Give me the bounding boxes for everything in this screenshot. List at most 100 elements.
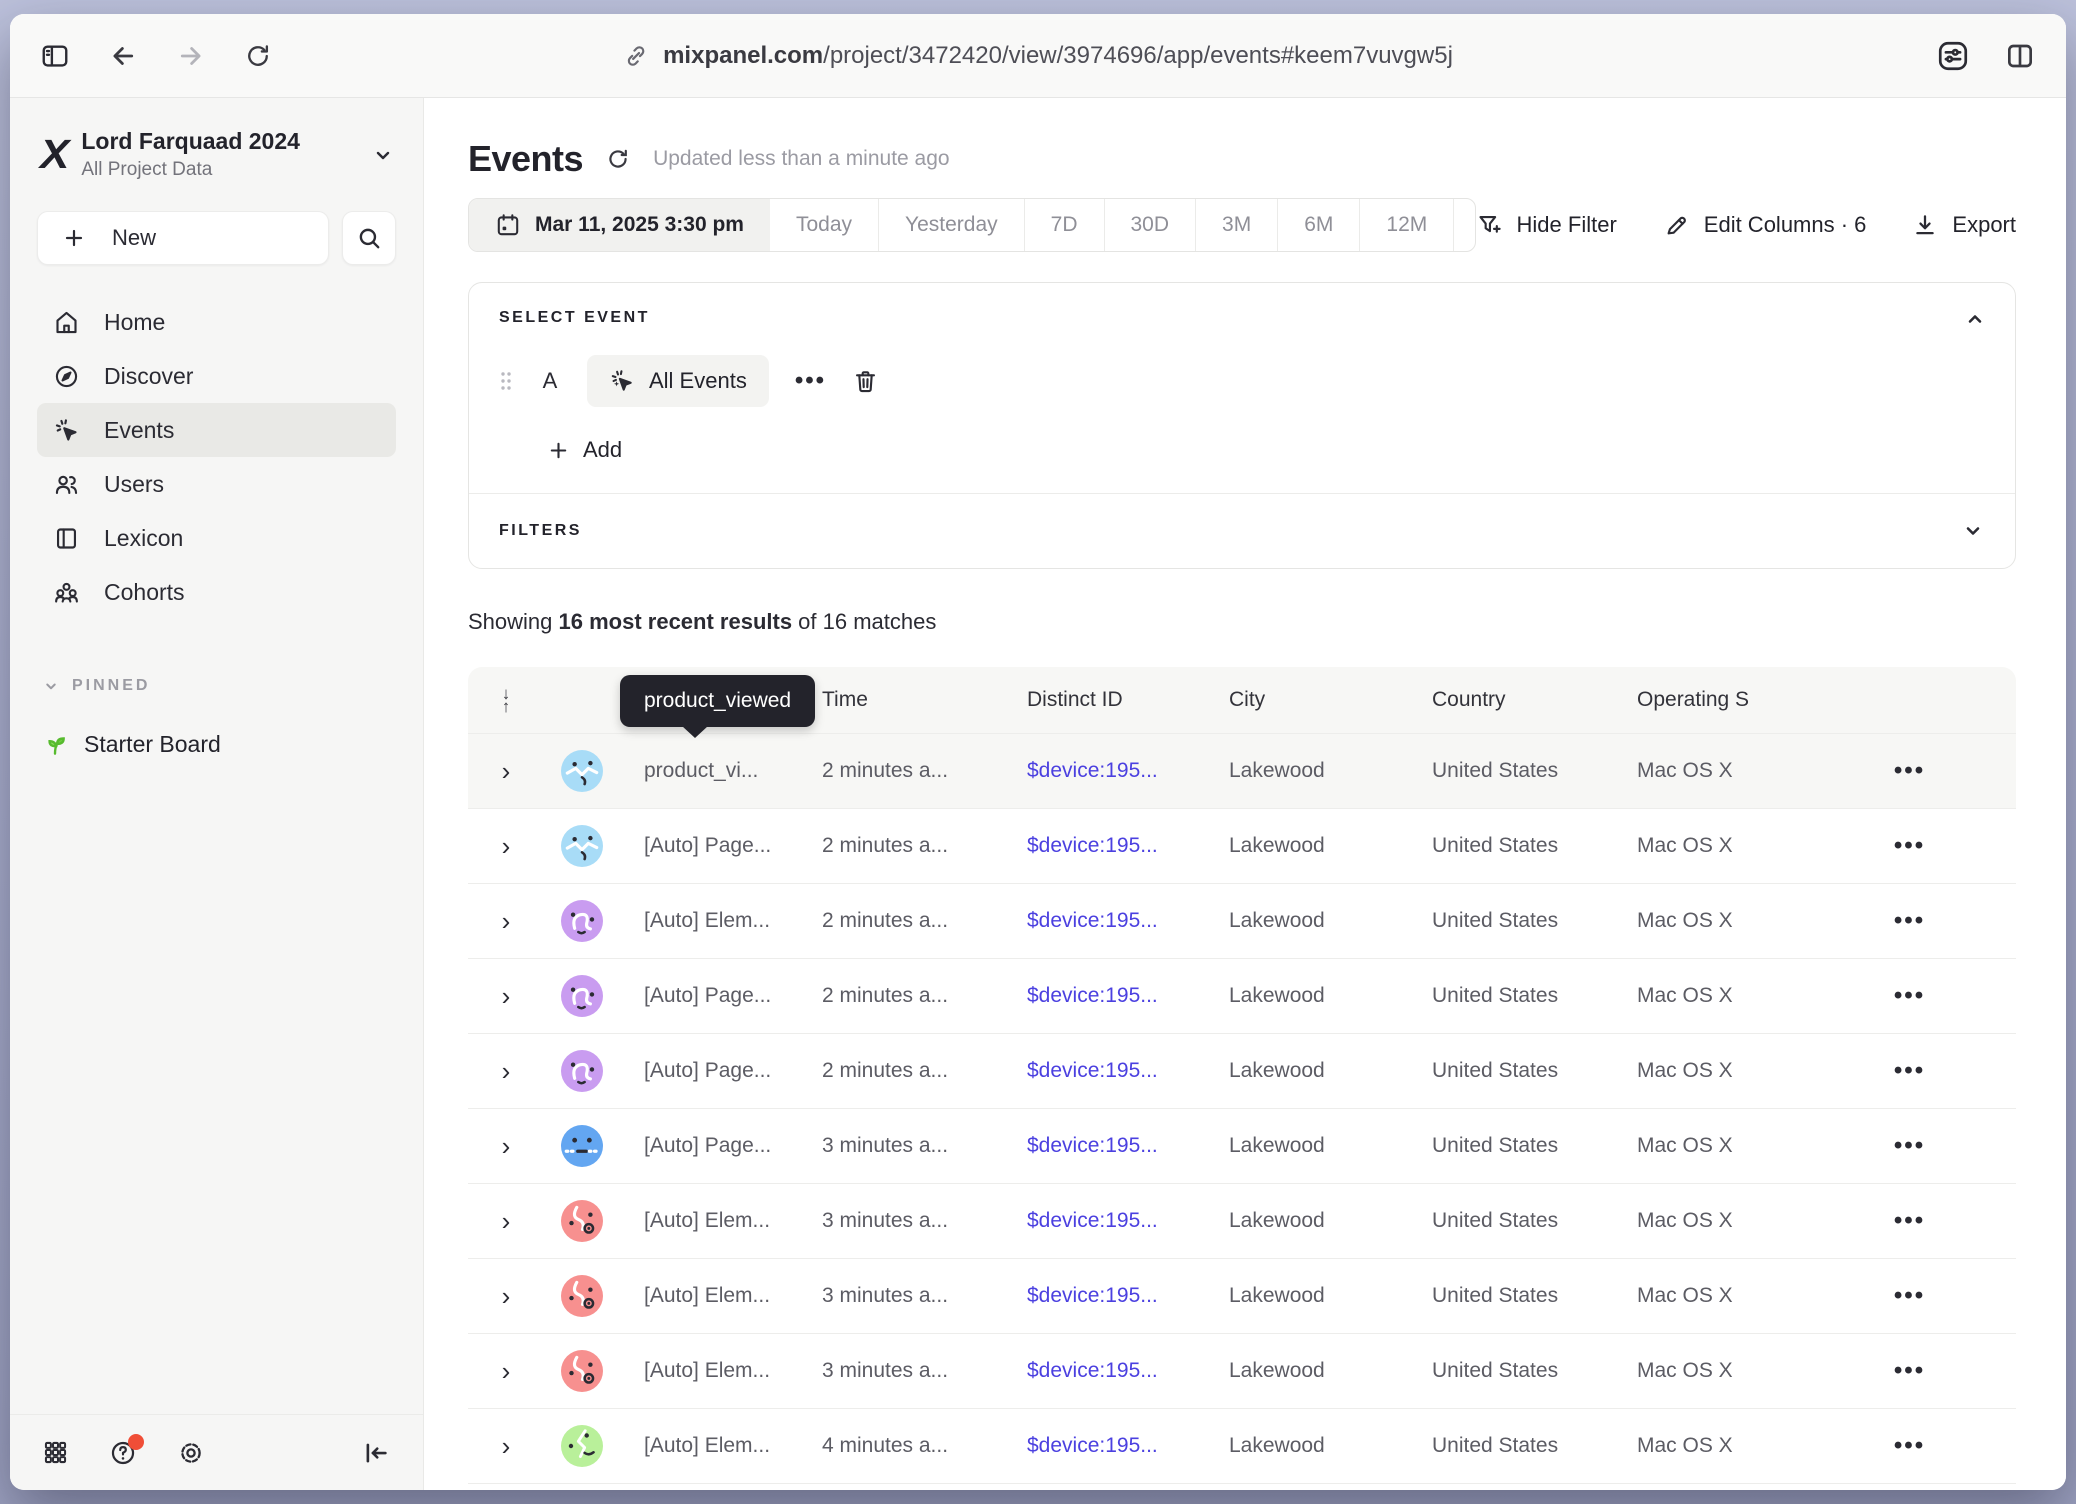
distinct-id-link[interactable]: $device:195... [1027,909,1158,932]
event-avatar [561,1125,603,1167]
event-cursor-icon [53,417,80,444]
sidebar-item-cohorts[interactable]: Cohorts [37,565,396,619]
row-more-icon[interactable]: ••• [1894,1432,1925,1460]
table-row[interactable]: › [Auto] Elem... 3 minutes a... $device:… [468,1183,2016,1258]
new-button[interactable]: New [37,211,329,265]
collapse-section-icon[interactable] [1963,307,1987,331]
address-bar[interactable]: mixpanel.com/project/3472420/view/397469… [623,42,1453,70]
os-cell: Mac OS X [1637,1209,1803,1233]
event-options-icon[interactable]: ••• [795,367,826,395]
sidebar-item-discover[interactable]: Discover [37,349,396,403]
sidebar-item-lexicon[interactable]: Lexicon [37,511,396,565]
date-preset-custom[interactable]: XTD [1453,199,1475,251]
table-row[interactable]: › [Auto] Elem... 3 minutes a... $device:… [468,1258,2016,1333]
date-preset-30d[interactable]: 30D [1104,199,1196,251]
row-expander-icon[interactable]: › [502,983,511,1009]
collapse-all-rows-icon[interactable]: ↓↑ [502,687,511,713]
collapse-sidebar-icon[interactable] [361,1438,391,1468]
row-expander-icon[interactable]: › [502,1358,511,1384]
date-preset-12m[interactable]: 12M [1359,199,1453,251]
main-content: Events Updated less than a minute ago Ma… [424,98,2066,1490]
row-expander-icon[interactable]: › [502,1133,511,1159]
distinct-id-link[interactable]: $device:195... [1027,1434,1158,1457]
country-cell: United States [1432,1434,1637,1458]
trash-icon[interactable] [852,368,879,395]
row-expander-icon[interactable]: › [502,908,511,934]
split-view-icon[interactable] [2004,40,2036,72]
distinct-id-link[interactable]: $device:195... [1027,759,1158,782]
distinct-id-link[interactable]: $device:195... [1027,1134,1158,1157]
row-more-icon[interactable]: ••• [1894,982,1925,1010]
sidebar-toggle-icon[interactable] [40,41,70,71]
forward-icon[interactable] [176,41,206,71]
filters-section[interactable]: FILTERS [469,493,2015,568]
row-expander-icon[interactable]: › [502,758,511,784]
event-selector-label: All Events [649,368,747,394]
table-row[interactable]: › product_vi... 2 minutes a... $device:1… [468,733,2016,808]
table-row[interactable]: › [Auto] Elem... 2 minutes a... $device:… [468,883,2016,958]
settings-gear-icon[interactable] [177,1439,205,1467]
row-expander-icon[interactable]: › [502,1283,511,1309]
date-preset-7d[interactable]: 7D [1024,199,1104,251]
os-cell: Mac OS X [1637,984,1803,1008]
row-more-icon[interactable]: ••• [1894,907,1925,935]
event-avatar [561,1275,603,1317]
edit-columns-button[interactable]: Edit Columns · 6 [1663,212,1867,239]
export-button[interactable]: Export [1912,212,2016,238]
date-picker[interactable]: Mar 11, 2025 3:30 pm [469,199,770,251]
row-more-icon[interactable]: ••• [1894,1207,1925,1235]
sidebar-item-users[interactable]: Users [37,457,396,511]
drag-handle-icon[interactable] [499,370,513,392]
pinned-section-header[interactable]: PINNED [42,677,423,695]
date-preset-yesterday[interactable]: Yesterday [878,199,1024,251]
row-more-icon[interactable]: ••• [1894,832,1925,860]
sidebar-item-events[interactable]: Events [37,403,396,457]
hide-filter-button[interactable]: Hide Filter [1476,212,1617,239]
row-more-icon[interactable]: ••• [1894,1132,1925,1160]
table-row[interactable]: › [Auto] Page... 2 minutes a... $device:… [468,1033,2016,1108]
add-event-button[interactable]: Add [547,437,622,463]
row-more-icon[interactable]: ••• [1894,1357,1925,1385]
refresh-results-icon[interactable] [605,146,631,172]
pinned-item-starter-board[interactable]: Starter Board [42,731,423,758]
date-preset-6m[interactable]: 6M [1277,199,1359,251]
table-row[interactable]: › [Auto] Elem... 4 minutes a... $device:… [468,1408,2016,1483]
column-header-os[interactable]: Operating S [1637,688,1803,712]
apps-grid-icon[interactable] [42,1439,69,1466]
event-selector[interactable]: All Events [587,355,769,407]
row-more-icon[interactable]: ••• [1894,1282,1925,1310]
table-row[interactable]: › [Auto] Page... 2 minutes a... $device:… [468,958,2016,1033]
row-expander-icon[interactable]: › [502,1208,511,1234]
table-row[interactable]: › [Auto] Elem... 3 minutes a... $device:… [468,1333,2016,1408]
row-more-icon[interactable]: ••• [1894,757,1925,785]
distinct-id-link[interactable]: $device:195... [1027,1284,1158,1307]
distinct-id-link[interactable]: $device:195... [1027,1209,1158,1232]
column-header-city[interactable]: City [1229,688,1432,712]
distinct-id-link[interactable]: $device:195... [1027,1059,1158,1082]
date-preset-3m[interactable]: 3M [1195,199,1277,251]
browser-settings-icon[interactable] [1936,39,1970,73]
refresh-icon[interactable] [244,42,272,70]
back-icon[interactable] [108,41,138,71]
column-header-time[interactable]: Time [822,688,1027,712]
distinct-id-link[interactable]: $device:195... [1027,984,1158,1007]
project-switcher[interactable]: X Lord Farquaad 2024 All Project Data [10,98,423,181]
row-expander-icon[interactable]: › [502,1433,511,1459]
row-expander-icon[interactable]: › [502,833,511,859]
date-preset-today[interactable]: Today [770,199,878,251]
row-expander-icon[interactable]: › [502,1058,511,1084]
distinct-id-link[interactable]: $device:195... [1027,834,1158,857]
search-button[interactable] [342,211,396,265]
column-header-country[interactable]: Country [1432,688,1637,712]
time-cell: 3 minutes a... [822,1134,1027,1158]
row-more-icon[interactable]: ••• [1894,1057,1925,1085]
pencil-icon [1663,212,1690,239]
table-row[interactable]: › [Auto] Elem... 4 minutes a... $device:… [468,1483,2016,1490]
table-row[interactable]: › [Auto] Page... 3 minutes a... $device:… [468,1108,2016,1183]
event-avatar [561,1050,603,1092]
distinct-id-link[interactable]: $device:195... [1027,1359,1158,1382]
users-icon [53,471,80,498]
table-row[interactable]: › [Auto] Page... 2 minutes a... $device:… [468,808,2016,883]
column-header-distinct-id[interactable]: Distinct ID [1027,688,1229,712]
sidebar-item-home[interactable]: Home [37,295,396,349]
